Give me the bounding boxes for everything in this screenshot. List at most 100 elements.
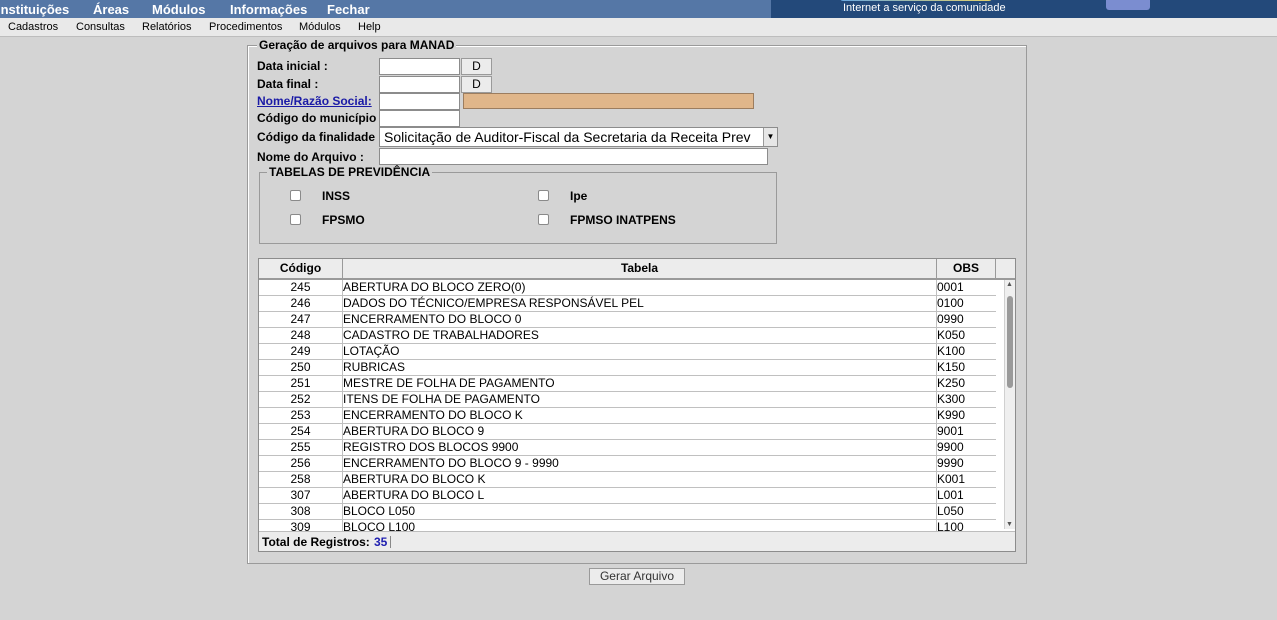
cell-obs: 9990 bbox=[937, 456, 964, 470]
checkbox-fpsmo-label: FPSMO bbox=[322, 213, 365, 227]
gerar-arquivo-button[interactable]: Gerar Arquivo bbox=[589, 568, 685, 585]
table-row[interactable]: 253 ENCERRAMENTO DO BLOCO K K990 bbox=[259, 408, 996, 424]
data-inicial-date-button[interactable]: D bbox=[461, 58, 492, 75]
finalidade-label: Código da finalidade : bbox=[257, 130, 383, 144]
topnav-areas[interactable]: Áreas bbox=[93, 2, 129, 17]
table-row[interactable]: 246 DADOS DO TÉCNICO/EMPRESA RESPONSÁVEL … bbox=[259, 296, 996, 312]
finalidade-select[interactable]: Solicitação de Auditor-Fiscal da Secreta… bbox=[379, 127, 778, 147]
form-title: Geração de arquivos para MANAD bbox=[257, 38, 457, 52]
cell-obs: 0100 bbox=[937, 296, 964, 310]
topnav-instituicoes[interactable]: Instituições bbox=[0, 2, 69, 17]
table-row[interactable]: 247 ENCERRAMENTO DO BLOCO 0 0990 bbox=[259, 312, 996, 328]
cell-codigo: 248 bbox=[259, 328, 343, 343]
cell-codigo: 247 bbox=[259, 312, 343, 327]
menu-modulos[interactable]: Módulos bbox=[299, 21, 341, 33]
checkbox-fpsmo[interactable] bbox=[290, 214, 301, 225]
table-row[interactable]: 250 RUBRICAS K150 bbox=[259, 360, 996, 376]
table-row[interactable]: 251 MESTRE DE FOLHA DE PAGAMENTO K250 bbox=[259, 376, 996, 392]
nome-razao-social-display bbox=[463, 93, 754, 109]
column-header-tabela[interactable]: Tabela bbox=[343, 259, 937, 278]
cell-tabela: ABERTURA DO BLOCO 9 bbox=[343, 424, 937, 439]
column-header-obs[interactable]: OBS bbox=[937, 259, 996, 278]
cell-codigo: 246 bbox=[259, 296, 343, 311]
grid-vertical-scrollbar[interactable]: ▲ ▼ bbox=[1004, 280, 1015, 529]
total-registros-value: 35 bbox=[374, 535, 388, 549]
menu-help[interactable]: Help bbox=[358, 21, 381, 33]
chevron-down-icon[interactable]: ▼ bbox=[763, 128, 777, 146]
cell-tabela: RUBRICAS bbox=[343, 360, 937, 375]
cell-obs: K100 bbox=[937, 344, 966, 358]
cell-obs: 9001 bbox=[937, 424, 964, 438]
total-registros-label: Total de Registros: bbox=[262, 535, 370, 549]
checkbox-inss[interactable] bbox=[290, 190, 301, 201]
table-row[interactable]: 245 ABERTURA DO BLOCO ZERO(0) 0001 bbox=[259, 280, 996, 296]
municipio-label: Código do município : bbox=[257, 111, 384, 125]
table-row[interactable]: 255 REGISTRO DOS BLOCOS 9900 9900 bbox=[259, 440, 996, 456]
cell-tabela: BLOCO L050 bbox=[343, 504, 937, 519]
scroll-up-icon[interactable]: ▲ bbox=[1006, 281, 1013, 288]
cell-codigo: 251 bbox=[259, 376, 343, 391]
table-row[interactable]: 254 ABERTURA DO BLOCO 9 9001 bbox=[259, 424, 996, 440]
cell-tabela: MESTRE DE FOLHA DE PAGAMENTO bbox=[343, 376, 937, 391]
table-row[interactable]: 252 ITENS DE FOLHA DE PAGAMENTO K300 bbox=[259, 392, 996, 408]
cell-obs: K050 bbox=[937, 328, 966, 342]
table-row[interactable]: 307 ABERTURA DO BLOCO L L001 bbox=[259, 488, 996, 504]
banner-slogan: Internet a serviço da comunidade bbox=[843, 2, 1006, 14]
nome-razao-social-link[interactable]: Nome/Razão Social: bbox=[257, 94, 372, 108]
menu-relatorios[interactable]: Relatórios bbox=[142, 21, 192, 33]
cell-tabela: REGISTRO DOS BLOCOS 9900 bbox=[343, 440, 937, 455]
table-row[interactable]: 249 LOTAÇÃO K100 bbox=[259, 344, 996, 360]
footer-separator bbox=[390, 536, 391, 548]
scroll-down-icon[interactable]: ▼ bbox=[1006, 521, 1013, 528]
top-navigation: Instituições Áreas Módulos Informações F… bbox=[0, 0, 1277, 18]
cell-codigo: 307 bbox=[259, 488, 343, 503]
cell-obs: K250 bbox=[937, 376, 966, 390]
table-row[interactable]: 256 ENCERRAMENTO DO BLOCO 9 - 9990 9990 bbox=[259, 456, 996, 472]
cell-codigo: 253 bbox=[259, 408, 343, 423]
checkbox-fpmso-inatpens[interactable] bbox=[538, 214, 549, 225]
data-final-input[interactable] bbox=[379, 76, 460, 93]
banner-cube-icon bbox=[1106, 0, 1150, 10]
checkbox-inss-label: INSS bbox=[322, 189, 351, 203]
scroll-thumb[interactable] bbox=[1007, 296, 1013, 388]
municipio-input[interactable] bbox=[379, 110, 460, 127]
cell-obs: K300 bbox=[937, 392, 966, 406]
topnav-fechar[interactable]: Fechar bbox=[327, 2, 370, 17]
cell-tabela: DADOS DO TÉCNICO/EMPRESA RESPONSÁVEL PEL bbox=[343, 296, 937, 311]
topnav-modulos[interactable]: Módulos bbox=[152, 2, 205, 17]
cell-tabela: ENCERRAMENTO DO BLOCO 9 - 9990 bbox=[343, 456, 937, 471]
column-header-codigo[interactable]: Código bbox=[259, 259, 343, 278]
banner-logo bbox=[840, 0, 992, 1]
menu-cadastros[interactable]: Cadastros bbox=[8, 21, 58, 33]
data-final-date-button[interactable]: D bbox=[461, 76, 492, 93]
tabelas-grid: Código Tabela OBS 245 ABERTURA DO BLOCO Z… bbox=[258, 258, 1016, 552]
cell-tabela: ABERTURA DO BLOCO K bbox=[343, 472, 937, 487]
data-inicial-label: Data inicial : bbox=[257, 59, 328, 73]
cell-tabela: ABERTURA DO BLOCO L bbox=[343, 488, 937, 503]
grid-header: Código Tabela OBS bbox=[259, 259, 1015, 280]
menu-consultas[interactable]: Consultas bbox=[76, 21, 125, 33]
topnav-informacoes[interactable]: Informações bbox=[230, 2, 307, 17]
data-inicial-input[interactable] bbox=[379, 58, 460, 75]
cell-codigo: 245 bbox=[259, 280, 343, 295]
cell-obs: L001 bbox=[937, 488, 964, 502]
table-row[interactable]: 258 ABERTURA DO BLOCO K K001 bbox=[259, 472, 996, 488]
nome-arquivo-input[interactable] bbox=[379, 148, 768, 165]
checkbox-ipe-label: Ipe bbox=[570, 189, 588, 203]
cell-obs: 0001 bbox=[937, 280, 964, 294]
table-row[interactable]: 308 BLOCO L050 L050 bbox=[259, 504, 996, 520]
tabelas-previdencia-group bbox=[259, 172, 777, 244]
data-final-label: Data final : bbox=[257, 77, 319, 91]
cell-obs: L050 bbox=[937, 504, 964, 518]
cell-tabela: LOTAÇÃO bbox=[343, 344, 937, 359]
table-row[interactable]: 248 CADASTRO DE TRABALHADORES K050 bbox=[259, 328, 996, 344]
nome-code-input[interactable] bbox=[379, 93, 460, 110]
grid-footer: Total de Registros: 35 bbox=[259, 531, 1015, 551]
menu-procedimentos[interactable]: Procedimentos bbox=[209, 21, 282, 33]
cell-codigo: 258 bbox=[259, 472, 343, 487]
finalidade-selected-value: Solicitação de Auditor-Fiscal da Secreta… bbox=[384, 129, 751, 145]
nome-arquivo-label: Nome do Arquivo : bbox=[257, 150, 364, 164]
cell-tabela: ABERTURA DO BLOCO ZERO(0) bbox=[343, 280, 937, 295]
checkbox-ipe[interactable] bbox=[538, 190, 549, 201]
tabelas-previdencia-legend: TABELAS DE PREVIDÊNCIA bbox=[267, 165, 433, 179]
